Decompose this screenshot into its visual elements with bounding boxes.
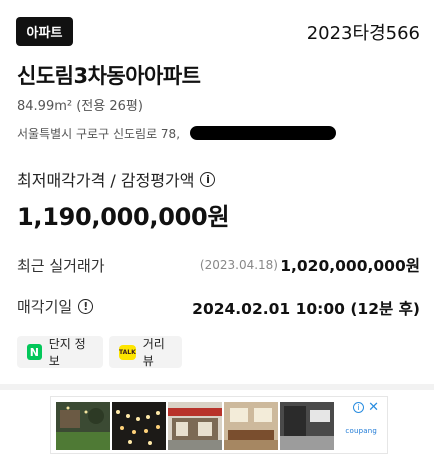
sale-date-value: 2024.02.01 10:00 (12분 후) (192, 300, 420, 318)
recent-trade-label: 최근 실거래가 (17, 255, 105, 276)
redaction-mark (190, 126, 336, 140)
ad-thumbnail-string-lights[interactable] (112, 402, 166, 450)
section-divider (0, 384, 434, 390)
kakao-talk-icon: TALK (119, 344, 136, 360)
minimum-sale-price: 1,190,000,000원 (17, 203, 230, 231)
sale-date-label: 매각기일 (17, 298, 73, 316)
recent-trade-value: 1,020,000,000원 (280, 257, 420, 275)
close-icon[interactable]: ✕ (368, 401, 379, 414)
ad-banner[interactable]: i ✕ coupang (50, 396, 388, 454)
property-type-badge: 아파트 (16, 17, 73, 46)
ad-brand-logo: coupang (345, 427, 377, 435)
price-label-row: 최저매각가격 / 감정평가액 i (17, 167, 216, 191)
ad-controls: i ✕ (353, 401, 379, 414)
ad-thumbnail-kitchen[interactable] (280, 402, 334, 450)
complex-info-button[interactable]: N 단지 정보 (17, 336, 103, 368)
info-icon[interactable]: i (200, 171, 216, 187)
recent-trade-date: (2023.04.18) (199, 258, 278, 272)
price-label: 최저매각가격 / 감정평가액 (17, 171, 195, 190)
ad-thumbnail-living-room[interactable] (224, 402, 278, 450)
sale-date-label-row: 매각기일 ! (17, 296, 94, 317)
ad-thumbnail-garden[interactable] (56, 402, 110, 450)
ad-thumbnail-storefront[interactable] (168, 402, 222, 450)
info-icon[interactable]: ! (78, 299, 94, 314)
property-area: 84.99m² (전용 26평) (17, 99, 143, 114)
street-view-button[interactable]: TALK 거리뷰 (109, 336, 182, 368)
ad-info-icon[interactable]: i (353, 402, 365, 413)
complex-info-label: 단지 정보 (48, 337, 86, 368)
property-name: 신도림3차동아아파트 (17, 64, 201, 88)
naver-n-icon: N (27, 344, 42, 360)
case-number: 2023타경566 (306, 23, 420, 44)
property-address: 서울특별시 구로구 신도림로 78, (17, 127, 181, 141)
street-view-label: 거리뷰 (142, 337, 165, 368)
recent-trade-label-text: 최근 실거래가 (17, 257, 105, 275)
